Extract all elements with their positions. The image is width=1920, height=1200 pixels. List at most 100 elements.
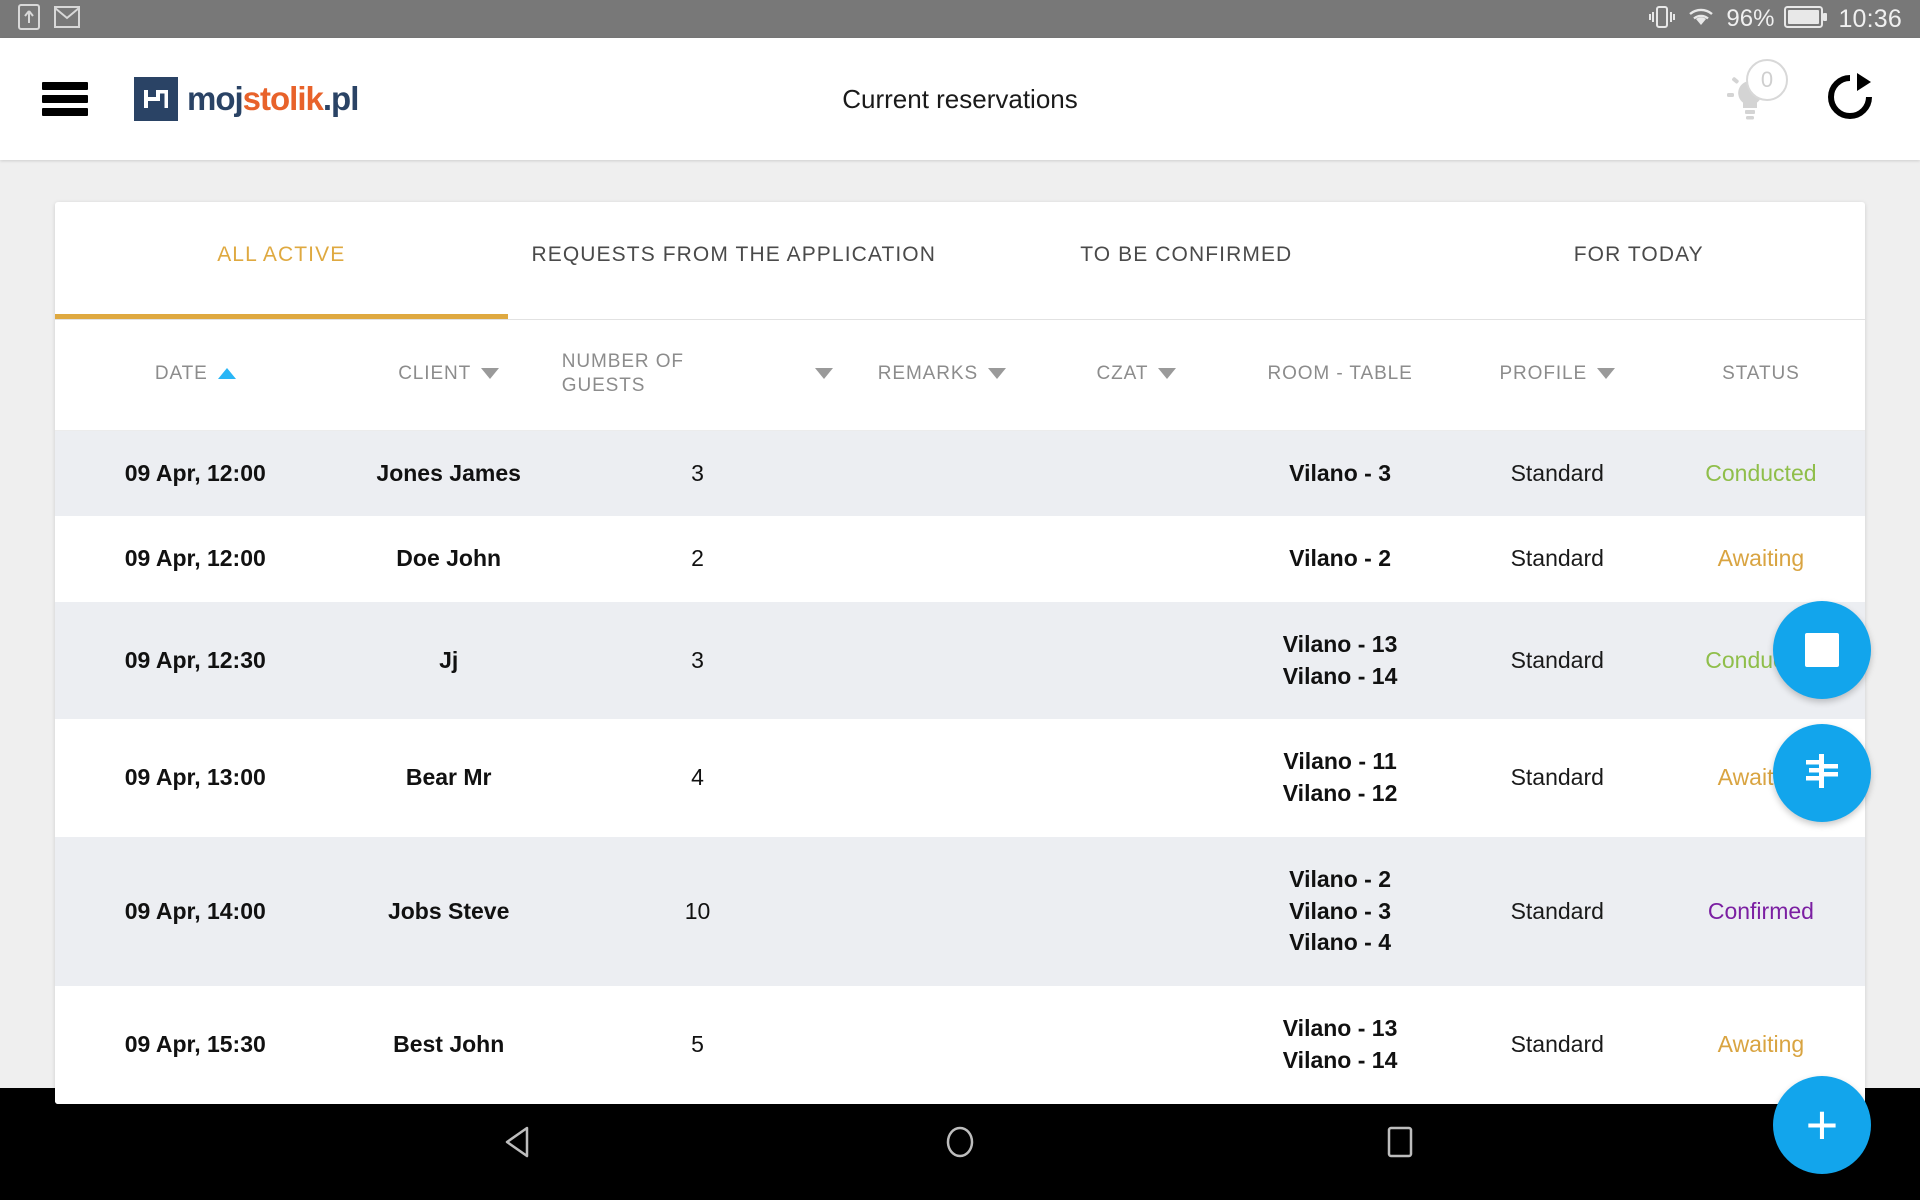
table-row[interactable]: 09 Apr, 13:00 Bear Mr 4 Vilano - 11 Vilano -… [55,719,1865,837]
cell-czat [1050,602,1222,719]
add-fab[interactable]: + [1773,1076,1871,1174]
table-row[interactable]: 09 Apr, 12:00 Doe John 2 Vilano - 2 Standard… [55,516,1865,602]
nav-recents-button[interactable] [1355,1109,1445,1179]
sort-desc-icon [988,368,1007,380]
cell-remarks [833,837,1050,986]
cell-profile: Standard [1510,897,1604,924]
column-header-client[interactable]: CLIENT [335,320,562,431]
mojstolik-logo[interactable]: mojstolik.pl [134,77,359,121]
active-tab-indicator [55,314,508,319]
column-label-status: STATUS [1722,362,1800,384]
cell-client: Jj [439,646,459,673]
cell-client: Best John [393,1030,505,1057]
column-label-profile: PROFILE [1499,362,1588,384]
reservations-table: DATE CLIENT NUMBER OF GUESTS REMARKS CZA… [55,320,1865,1104]
cell-czat [1050,837,1222,986]
column-header-remarks[interactable]: REMARKS [833,320,1051,431]
stop-fab[interactable] [1773,601,1871,699]
reservation-tabs: ALL ACTIVE REQUESTS FROM THE APPLICATION… [55,202,1865,320]
table-header: DATE CLIENT NUMBER OF GUESTS REMARKS CZA… [55,320,1865,431]
cell-client: Doe John [396,545,502,572]
column-header-room-table[interactable]: ROOM - TABLE [1222,320,1458,431]
notifications-bulb-button[interactable]: 0 [1722,59,1788,127]
logo-wordmark: mojstolik.pl [187,80,359,118]
column-header-status[interactable]: STATUS [1656,320,1865,431]
column-label-room-table: ROOM - TABLE [1267,362,1413,384]
tables-fab[interactable] [1773,724,1871,822]
cell-status: Conducted [1705,459,1817,486]
column-header-number-of-guests[interactable]: NUMBER OF GUESTS [561,320,834,431]
tab-to-be-confirmed[interactable]: TO BE CONFIRMED [960,202,1413,319]
cell-date: 09 Apr, 12:30 [124,646,266,673]
sort-asc-icon [217,368,236,380]
column-label-number-of-guests: NUMBER OF GUESTS [561,351,684,396]
recents-square-icon [1380,1122,1420,1167]
cell-profile: Standard [1510,646,1604,673]
tab-all-active[interactable]: ALL ACTIVE [55,202,508,319]
tab-requests-from-the-application[interactable]: REQUESTS FROM THE APPLICATION [508,202,961,319]
sort-desc-icon [481,368,500,380]
cell-status: Confirmed [1707,897,1814,924]
page-body: ALL ACTIVE REQUESTS FROM THE APPLICATION… [0,160,1920,1174]
status-bar-right-icons: 96% 10:36 [1648,4,1902,35]
table-row[interactable]: 09 Apr, 14:00 Jobs Steve 10 Vilano - 2 Vilan… [55,836,1865,987]
tab-for-today[interactable]: FOR TODAY [1413,202,1866,319]
table-body: 09 Apr, 12:00 Jones James 3 Vilano - 3 Stand… [55,430,1865,1104]
cell-number-of-guests: 2 [691,545,704,572]
reservations-card: ALL ACTIVE REQUESTS FROM THE APPLICATION… [55,202,1865,1104]
notifications-count-badge: 0 [1746,59,1788,101]
gmail-icon [54,5,80,33]
plus-icon: + [1805,1093,1839,1156]
android-nav-bar [0,1088,1920,1200]
stop-square-icon [1805,633,1839,667]
table-row[interactable]: 09 Apr, 12:00 Jones James 3 Vilano - 3 Stand… [55,430,1865,517]
cell-number-of-guests: 4 [691,764,704,791]
back-triangle-icon [500,1122,540,1167]
column-header-date[interactable]: DATE [55,320,336,431]
cell-date: 09 Apr, 13:00 [124,764,266,791]
column-header-czat[interactable]: CZAT [1050,320,1223,431]
screen-share-icon [18,3,40,35]
cell-client: Jobs Steve [387,897,510,924]
cell-room-table: Vilano - 13 Vilano - 14 [1282,1015,1398,1073]
cell-date: 09 Apr, 14:00 [124,897,266,924]
cell-number-of-guests: 3 [691,646,704,673]
cell-czat [1050,430,1222,516]
battery-percent-label: 96% [1726,5,1775,32]
cell-status: Awaiting [1717,545,1805,572]
cell-czat [1050,516,1222,602]
cell-room-table: Vilano - 13 Vilano - 14 [1282,630,1398,689]
cell-room-table: Vilano - 3 [1289,459,1391,486]
table-row[interactable]: 09 Apr, 15:30 Best John 5 Vilano - 13 Vilano… [55,986,1865,1104]
vibrate-icon [1648,4,1676,35]
cell-client: Bear Mr [405,764,492,791]
home-circle-icon [940,1122,980,1167]
app-header: mojstolik.pl Current reservations 0 [0,38,1920,160]
cell-profile: Standard [1510,545,1604,572]
mojstolik-logo-mark [134,77,178,121]
status-bar-clock: 10:36 [1838,4,1902,33]
sort-desc-icon [1158,368,1177,380]
logo-text-stolik: stolik [242,80,324,117]
status-bar-left-icons [18,3,80,35]
cell-date: 09 Apr, 12:00 [124,459,266,486]
table-row[interactable]: 09 Apr, 12:30 Jj 3 Vilano - 13 Vilano - 14 St… [55,601,1865,720]
logo-text-moj: moj [187,80,244,117]
cell-remarks [833,986,1050,1103]
cell-room-table: Vilano - 11 Vilano - 12 [1282,748,1398,807]
cell-profile: Standard [1510,764,1604,791]
table-header-row: DATE CLIENT NUMBER OF GUESTS REMARKS CZA… [55,320,1865,431]
cell-number-of-guests: 10 [684,897,711,924]
nav-back-button[interactable] [475,1109,565,1179]
cell-remarks [833,430,1050,516]
cell-date: 09 Apr, 12:00 [124,545,266,572]
refresh-button[interactable] [1822,71,1878,127]
column-header-profile[interactable]: PROFILE [1457,320,1657,431]
hamburger-menu-icon[interactable] [42,82,88,116]
cell-number-of-guests: 5 [691,1030,704,1057]
cell-remarks [833,602,1050,719]
battery-icon [1784,5,1828,33]
nav-home-button[interactable] [915,1109,1005,1179]
cell-client: Jones James [376,459,521,486]
wifi-icon [1686,5,1716,34]
